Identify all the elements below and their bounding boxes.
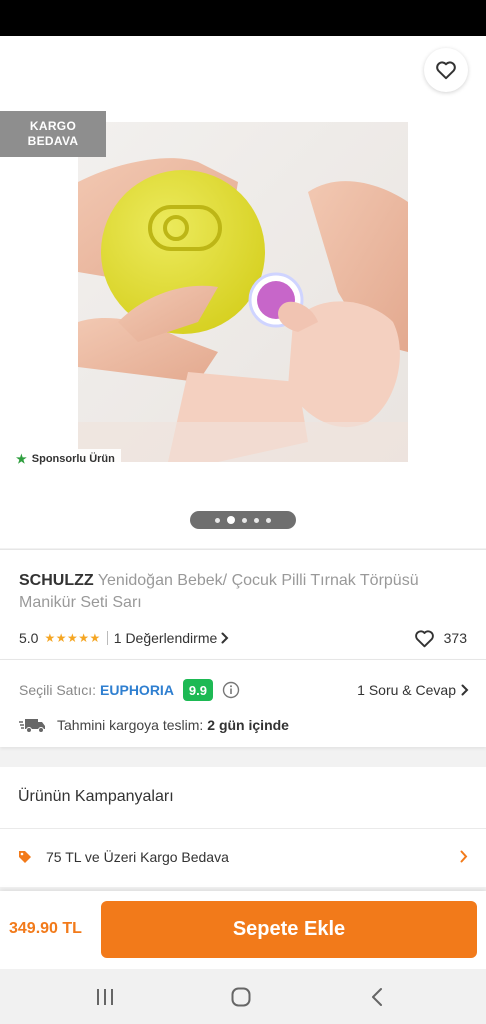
delivery-value: 2 gün içinde	[207, 717, 289, 733]
status-bar	[0, 0, 486, 36]
brand-name[interactable]: SCHULZZ	[19, 572, 94, 589]
divider	[106, 631, 108, 645]
seller-score-badge: 9.9	[182, 679, 213, 701]
chevron-right-icon	[460, 850, 468, 863]
back-chevron-icon	[372, 988, 382, 1006]
rating-score: 5.0	[19, 630, 39, 646]
seller-section: Seçili Satıcı: EUPHORIA 9.9 1 Soru & Cev…	[0, 659, 486, 747]
campaigns-section: Ürünün Kampanyaları 75 TL ve Üzeri Kargo…	[0, 767, 486, 887]
seller-row: Seçili Satıcı: EUPHORIA 9.9 1 Soru & Cev…	[19, 678, 469, 702]
qa-label: 1 Soru & Cevap	[357, 682, 456, 698]
product-info: SCHULZZ Yenidoğan Bebek/ Çocuk Pilli Tır…	[0, 549, 486, 659]
favorite-button[interactable]	[424, 48, 468, 92]
recent-apps-icon	[97, 989, 113, 1005]
chevron-right-icon	[221, 632, 229, 644]
product-gallery[interactable]: KARGO BEDAVA ★ Sponsorlu Ürün	[0, 36, 486, 548]
system-back-button[interactable]	[357, 983, 397, 1011]
favorite-count[interactable]: 373	[414, 629, 467, 648]
add-to-cart-button[interactable]: Sepete Ekle	[101, 901, 477, 958]
rating-row: 5.0 ★★★★★ 1 Değerlendirme 373	[19, 628, 467, 648]
info-icon[interactable]	[222, 681, 240, 699]
campaign-label: 75 TL ve Üzeri Kargo Bedava	[46, 848, 229, 865]
share-icon	[373, 60, 391, 80]
badge-line-1: KARGO	[29, 119, 77, 133]
carousel-dot[interactable]	[215, 517, 220, 523]
top-toolbar	[0, 36, 486, 104]
truck-icon	[19, 716, 47, 734]
qa-link[interactable]: 1 Soru & Cevap	[357, 682, 469, 698]
seller-label: Seçili Satıcı:	[19, 682, 97, 698]
product-image[interactable]	[78, 122, 408, 462]
favorite-count-value: 373	[443, 630, 467, 646]
product-title: SCHULZZ Yenidoğan Bebek/ Çocuk Pilli Tır…	[19, 570, 459, 614]
sponsored-text: Sponsorlu Ürün	[31, 453, 115, 465]
free-shipping-badge: KARGO BEDAVA	[0, 111, 106, 157]
carousel-dot-active[interactable]	[227, 516, 235, 524]
home-icon	[231, 987, 251, 1007]
delivery-label: Tahmini kargoya teslim:	[57, 717, 204, 733]
system-navigation-bar	[0, 969, 486, 1024]
back-button[interactable]	[14, 50, 54, 90]
carousel-indicator[interactable]	[190, 511, 296, 529]
recent-apps-button[interactable]	[85, 983, 125, 1011]
rating-stars: ★★★★★	[44, 631, 101, 645]
delivery-row: Tahmini kargoya teslim: 2 gün içinde	[19, 714, 469, 736]
price: 349.90 TL	[9, 920, 82, 937]
carousel-dot[interactable]	[254, 517, 259, 523]
home-button[interactable]	[221, 983, 261, 1011]
carousel-dot[interactable]	[266, 517, 271, 523]
purchase-bar: 349.90 TL Sepete Ekle	[0, 891, 486, 969]
product-photo	[78, 122, 408, 462]
heart-outline-icon	[436, 61, 456, 80]
star-icon: ★	[16, 452, 27, 466]
seller-link[interactable]: EUPHORIA	[100, 682, 174, 698]
campaign-item[interactable]: 75 TL ve Üzeri Kargo Bedava	[0, 828, 486, 884]
reviews-link[interactable]: 1 Değerlendirme	[114, 630, 230, 646]
campaigns-title: Ürünün Kampanyaları	[18, 788, 174, 805]
share-button[interactable]	[362, 50, 402, 90]
badge-line-2: BEDAVA	[27, 134, 79, 148]
carousel-dot[interactable]	[242, 517, 247, 523]
heart-outline-icon	[414, 629, 434, 647]
tag-icon	[18, 850, 32, 864]
reviews-label: 1 Değerlendirme	[113, 630, 218, 646]
arrow-left-icon	[23, 60, 45, 80]
sponsored-label: ★ Sponsorlu Ürün	[16, 449, 121, 469]
product-detail-screen: KARGO BEDAVA ★ Sponsorlu Ürün SCHULZZ Ye…	[0, 0, 486, 1024]
chevron-right-icon	[461, 684, 469, 696]
